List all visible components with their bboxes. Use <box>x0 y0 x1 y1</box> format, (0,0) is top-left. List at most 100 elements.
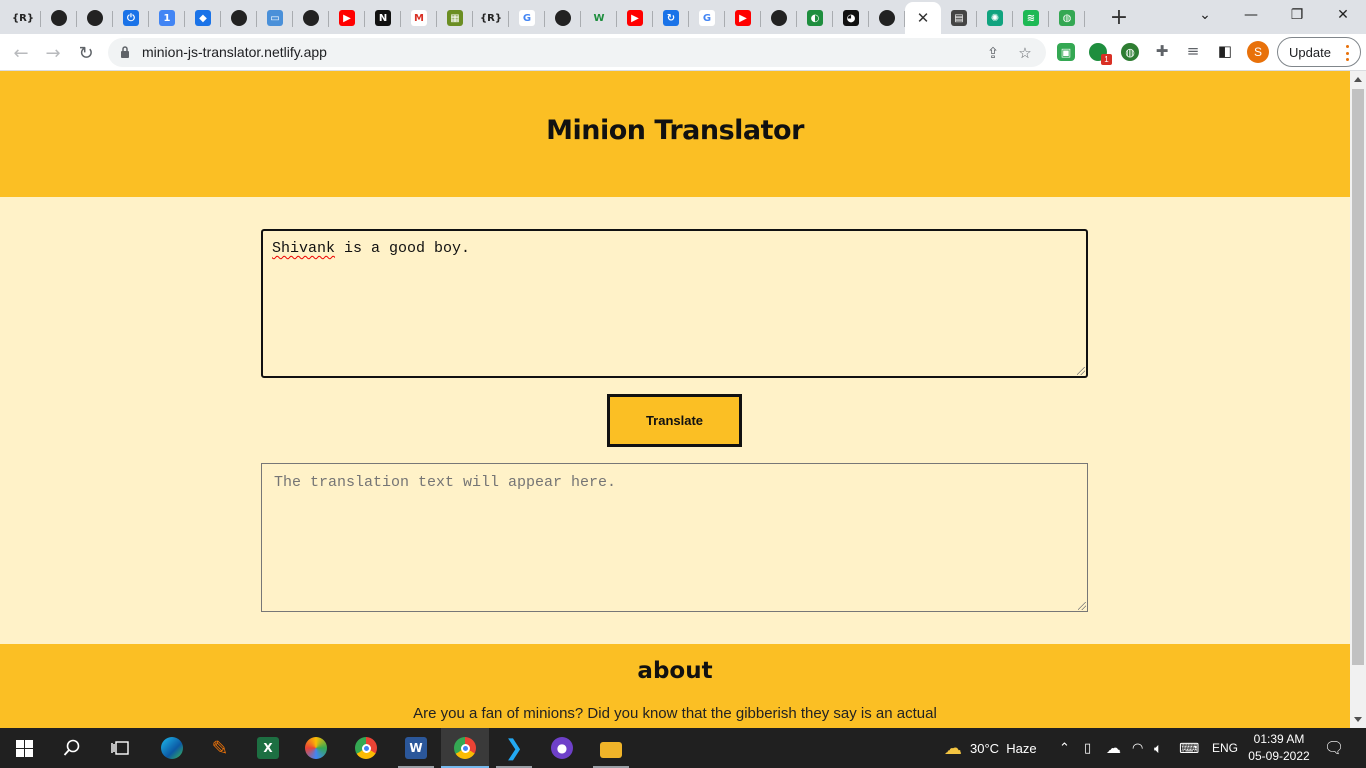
restore-icon[interactable]: ❐ <box>1274 0 1320 30</box>
clock[interactable]: 01:39 AM 05-09-2022 <box>1236 731 1322 765</box>
browser-tab[interactable]: ◕ <box>833 4 869 32</box>
new-tab-plus-icon[interactable]: + <box>1106 4 1132 30</box>
share-icon[interactable]: ⇪ <box>984 44 1002 62</box>
profile-avatar[interactable]: S <box>1247 41 1269 63</box>
browser-tab[interactable]: ▶ <box>725 4 761 32</box>
keyboard-icon[interactable]: ⌨ <box>1179 728 1199 768</box>
page-viewport: Minion Translator Shivank is a good boy.… <box>0 71 1350 728</box>
extension-globe-icon[interactable]: ◍ <box>1121 43 1139 61</box>
browser-tab[interactable]: W <box>581 4 617 32</box>
refresh-icon: ↻ <box>663 10 679 26</box>
image-icon: ▦ <box>447 10 463 26</box>
browser-tab[interactable]: ▦ <box>437 4 473 32</box>
translate-button[interactable]: Translate <box>607 394 742 447</box>
word-icon[interactable]: W <box>392 728 440 768</box>
minimize-icon[interactable]: — <box>1228 0 1274 30</box>
chrome-icon[interactable] <box>342 728 390 768</box>
url-text[interactable]: minion-js-translator.netlify.app <box>142 44 327 60</box>
file-explorer-icon[interactable] <box>587 728 635 768</box>
extensions-puzzle-icon[interactable]: ✚ <box>1153 42 1171 60</box>
resize-grip-icon[interactable] <box>1078 602 1086 610</box>
close-window-icon[interactable]: ✕ <box>1320 0 1366 30</box>
language-indicator[interactable]: ENG <box>1212 728 1238 768</box>
onedrive-cloud-icon[interactable]: ☁ <box>1106 728 1121 768</box>
browser-tab[interactable] <box>869 4 905 32</box>
browser-toolbar: ← → ↻ minion-js-translator.netlify.app ⇪… <box>0 34 1366 71</box>
tab-search-chevron-icon[interactable]: ⌄ <box>1182 0 1228 30</box>
replit-icon: {R} <box>480 10 502 26</box>
address-bar[interactable]: minion-js-translator.netlify.app ⇪ ☆ <box>108 38 1046 67</box>
browser-tab[interactable]: {R} <box>5 4 41 32</box>
search-icon[interactable] <box>48 728 96 768</box>
browser-tab[interactable] <box>761 4 797 32</box>
github-desktop-icon[interactable]: ● <box>538 728 586 768</box>
browser-tab[interactable] <box>41 4 77 32</box>
start-button[interactable] <box>0 728 48 768</box>
browser-tab[interactable]: G <box>689 4 725 32</box>
google-icon: G <box>699 10 715 26</box>
paint-app-icon[interactable]: ✎ <box>196 728 244 768</box>
active-tab[interactable]: ✕ <box>905 2 941 34</box>
page-scrollbar[interactable] <box>1350 71 1366 728</box>
browser-tab[interactable]: ⏻ <box>113 4 149 32</box>
scroll-down-arrow-icon[interactable] <box>1354 717 1362 722</box>
youtube-icon: ▶ <box>735 10 751 26</box>
neog-icon: N <box>375 10 391 26</box>
resize-grip-icon[interactable] <box>1077 367 1085 375</box>
browser-tab[interactable]: ◆ <box>185 4 221 32</box>
forward-arrow-icon[interactable]: → <box>40 40 66 66</box>
github-icon <box>555 10 571 26</box>
reload-icon[interactable]: ↻ <box>73 40 99 66</box>
browser-tab[interactable]: M <box>401 4 437 32</box>
browser-tab[interactable]: {R} <box>473 4 509 32</box>
browser-tab[interactable] <box>77 4 113 32</box>
weather-text: 30°C Haze <box>970 740 1037 756</box>
power-icon: ⏻ <box>123 10 139 26</box>
extension-save-icon[interactable]: ▣ <box>1057 43 1075 61</box>
output-textarea[interactable]: The translation text will appear here. <box>261 463 1088 612</box>
vscode-icon[interactable]: ❯ <box>490 728 538 768</box>
extension-badge: 1 <box>1101 54 1112 65</box>
excel-icon[interactable]: X <box>244 728 292 768</box>
spotify-icon: ≋ <box>1023 10 1039 26</box>
browser-tab[interactable]: ≋ <box>1013 4 1049 32</box>
clock-date: 05-09-2022 <box>1248 749 1310 763</box>
device-icon[interactable]: ▯ <box>1084 728 1091 768</box>
browser-tab[interactable]: 1 <box>149 4 185 32</box>
browser-tab[interactable]: G <box>509 4 545 32</box>
browser-tab[interactable]: ▭ <box>257 4 293 32</box>
notification-icon: 1 <box>159 10 175 26</box>
weather-widget[interactable]: ☁ 30°C Haze <box>944 728 1037 768</box>
browser-tab[interactable]: ↻ <box>653 4 689 32</box>
browser-tab[interactable] <box>221 4 257 32</box>
browser-tab[interactable]: ▤ <box>941 4 977 32</box>
bookmark-star-icon[interactable]: ☆ <box>1016 44 1034 62</box>
wifi-icon[interactable]: ◠ <box>1132 728 1143 768</box>
task-view-icon[interactable] <box>96 728 144 768</box>
scroll-up-arrow-icon[interactable] <box>1354 77 1362 82</box>
browser-tab[interactable]: ▶ <box>329 4 365 32</box>
volume-icon[interactable]: 🔈︎ <box>1154 728 1162 768</box>
colorful-app-icon[interactable] <box>292 728 340 768</box>
update-button[interactable]: Update <box>1277 37 1361 67</box>
chrome-profile-icon[interactable] <box>441 728 489 768</box>
browser-tab[interactable]: ▶ <box>617 4 653 32</box>
menu-dots-icon[interactable] <box>1346 45 1350 61</box>
browser-tab[interactable]: ◍ <box>1049 4 1085 32</box>
browser-tab[interactable]: ✺ <box>977 4 1013 32</box>
browser-tab[interactable] <box>293 4 329 32</box>
lock-icon[interactable] <box>120 45 130 59</box>
show-hidden-icons-chevron-icon[interactable]: ⌃ <box>1059 728 1070 768</box>
input-textarea[interactable]: Shivank is a good boy. <box>261 229 1088 378</box>
tab-separator <box>1084 11 1085 27</box>
back-arrow-icon[interactable]: ← <box>8 40 34 66</box>
browser-tab[interactable]: N <box>365 4 401 32</box>
edge-browser-icon[interactable] <box>148 728 196 768</box>
media-queue-icon[interactable]: ≡ <box>1184 42 1202 60</box>
side-panel-icon[interactable]: ◧ <box>1216 42 1234 60</box>
browser-tab[interactable]: ◐ <box>797 4 833 32</box>
notifications-icon[interactable]: 🗨︎ <box>1324 728 1344 768</box>
scroll-thumb[interactable] <box>1352 89 1364 665</box>
browser-tab[interactable] <box>545 4 581 32</box>
close-tab-icon[interactable]: ✕ <box>917 9 930 27</box>
